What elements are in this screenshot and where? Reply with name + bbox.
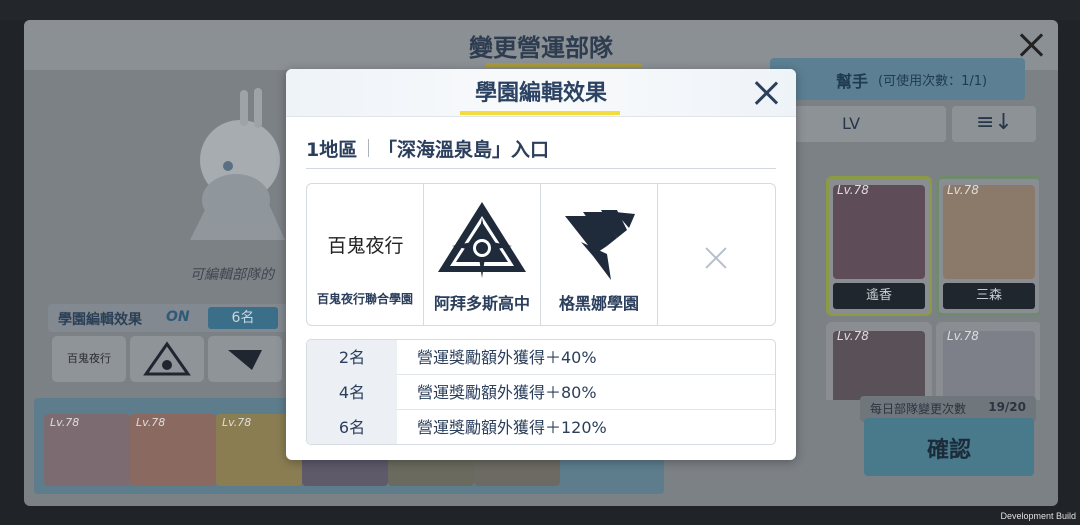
daily-change-label: 每日部隊變更次數 [870, 402, 967, 416]
school-grid: 百鬼夜行 百鬼夜行聯合學園 阿拜多斯高中 格黑娜學園 [306, 183, 776, 326]
member-card[interactable]: Lv.78 [130, 414, 216, 486]
mini-gehenna-logo [208, 336, 282, 382]
bonus-table: 2名 營運獎勵額外獲得＋40% 4名 營運獎勵額外獲得＋80% 6名 營運獎勵額… [306, 339, 776, 445]
bonus-member-count: 6名 [307, 410, 397, 444]
helper-card[interactable]: Lv.78 三森 [936, 176, 1040, 316]
abydos-logo [438, 194, 527, 290]
member-card[interactable]: Lv.78 [44, 414, 130, 486]
helper-usage: (可使用次數：1/1) [878, 74, 988, 89]
school-cell-gehenna: 格黑娜學園 [541, 184, 658, 325]
helper-tab[interactable]: 幫手 (可使用次數：1/1) [770, 58, 1025, 100]
bonus-description: 營運獎勵額外獲得＋120% [417, 418, 607, 437]
school-effect-count: 6名 [208, 307, 278, 329]
school-cell-empty [658, 184, 775, 325]
top-status-bar [0, 0, 1080, 20]
modal-title-underline [460, 111, 620, 115]
helper-portrait [833, 185, 925, 279]
daily-change-value: 19/20 [988, 400, 1026, 414]
school-cell-hyakkiyako: 百鬼夜行 百鬼夜行聯合學園 [307, 184, 424, 325]
window-title-underline [486, 63, 642, 67]
bonus-member-count: 4名 [307, 375, 397, 410]
area-divider [368, 139, 369, 157]
svg-text:百鬼夜行: 百鬼夜行 [327, 235, 403, 257]
helper-name: 三森 [943, 283, 1035, 309]
dev-build-label: Development Build [1000, 511, 1076, 521]
school-cell-abydos: 阿拜多斯高中 [424, 184, 541, 325]
helper-card[interactable]: Lv.78 [936, 322, 1040, 400]
school-name: 格黑娜學園 [558, 294, 639, 313]
bonus-description: 營運獎勵額外獲得＋80% [417, 383, 597, 402]
mascot-illustration [180, 80, 290, 250]
school-name: 百鬼夜行聯合學園 [316, 292, 413, 306]
helper-portrait [943, 185, 1035, 279]
bonus-row: 2名 營運獎勵額外獲得＋40% [307, 340, 775, 375]
mini-abydos-logo [130, 336, 204, 382]
editable-unit-text: 可編輯部隊的 [190, 267, 274, 283]
bonus-description: 營運獎勵額外獲得＋40% [417, 348, 597, 367]
area-name: 「深海溫泉島」入口 [378, 139, 550, 161]
helper-card[interactable]: Lv.78 遙香 [826, 176, 932, 316]
confirm-button[interactable]: 確認 [864, 418, 1034, 476]
confirm-label: 確認 [926, 438, 971, 463]
bonus-row: 4名 營運獎勵額外獲得＋80% [307, 375, 775, 410]
window-close-icon[interactable] [1016, 30, 1046, 60]
area-header: 1地區 「深海溫泉島」入口 [306, 133, 776, 169]
helper-card[interactable]: Lv.78 [826, 322, 932, 400]
empty-slot-icon [704, 246, 728, 270]
gehenna-logo [555, 194, 644, 290]
lv-sort-dropdown[interactable]: LV [770, 106, 946, 142]
school-effect-label: 學園編輯效果 [58, 312, 142, 328]
lv-sort-label: LV [842, 114, 861, 133]
school-effect-modal: 學園編輯效果 1地區 「深海溫泉島」入口 百鬼夜行 百鬼夜行聯合學園 阿拜多斯高… [286, 69, 796, 460]
modal-title: 學園編輯效果 [474, 81, 607, 106]
school-effect-bar[interactable]: 學園編輯效果 ON 6名 [48, 304, 288, 332]
sort-order-icon: ≡↓ [976, 110, 1013, 135]
hyakkiyako-logo: 百鬼夜行 [321, 194, 410, 290]
modal-close-icon[interactable] [752, 79, 780, 107]
mini-hyakkiyako-logo: 百鬼夜行 [52, 336, 126, 382]
school-name: 阿拜多斯高中 [433, 294, 530, 313]
helper-card-grid: Lv.78 遙香 Lv.78 三森 Lv.78 Lv.78 [760, 150, 1040, 400]
helper-label: 幫手 [836, 72, 869, 91]
bonus-row: 6名 營運獎勵額外獲得＋120% [307, 410, 775, 444]
school-effect-status: ON [166, 309, 190, 325]
bonus-member-count: 2名 [307, 340, 397, 375]
helper-name: 遙香 [833, 283, 925, 309]
area-number: 1地區 [306, 139, 358, 161]
sort-order-button[interactable]: ≡↓ [952, 106, 1036, 142]
